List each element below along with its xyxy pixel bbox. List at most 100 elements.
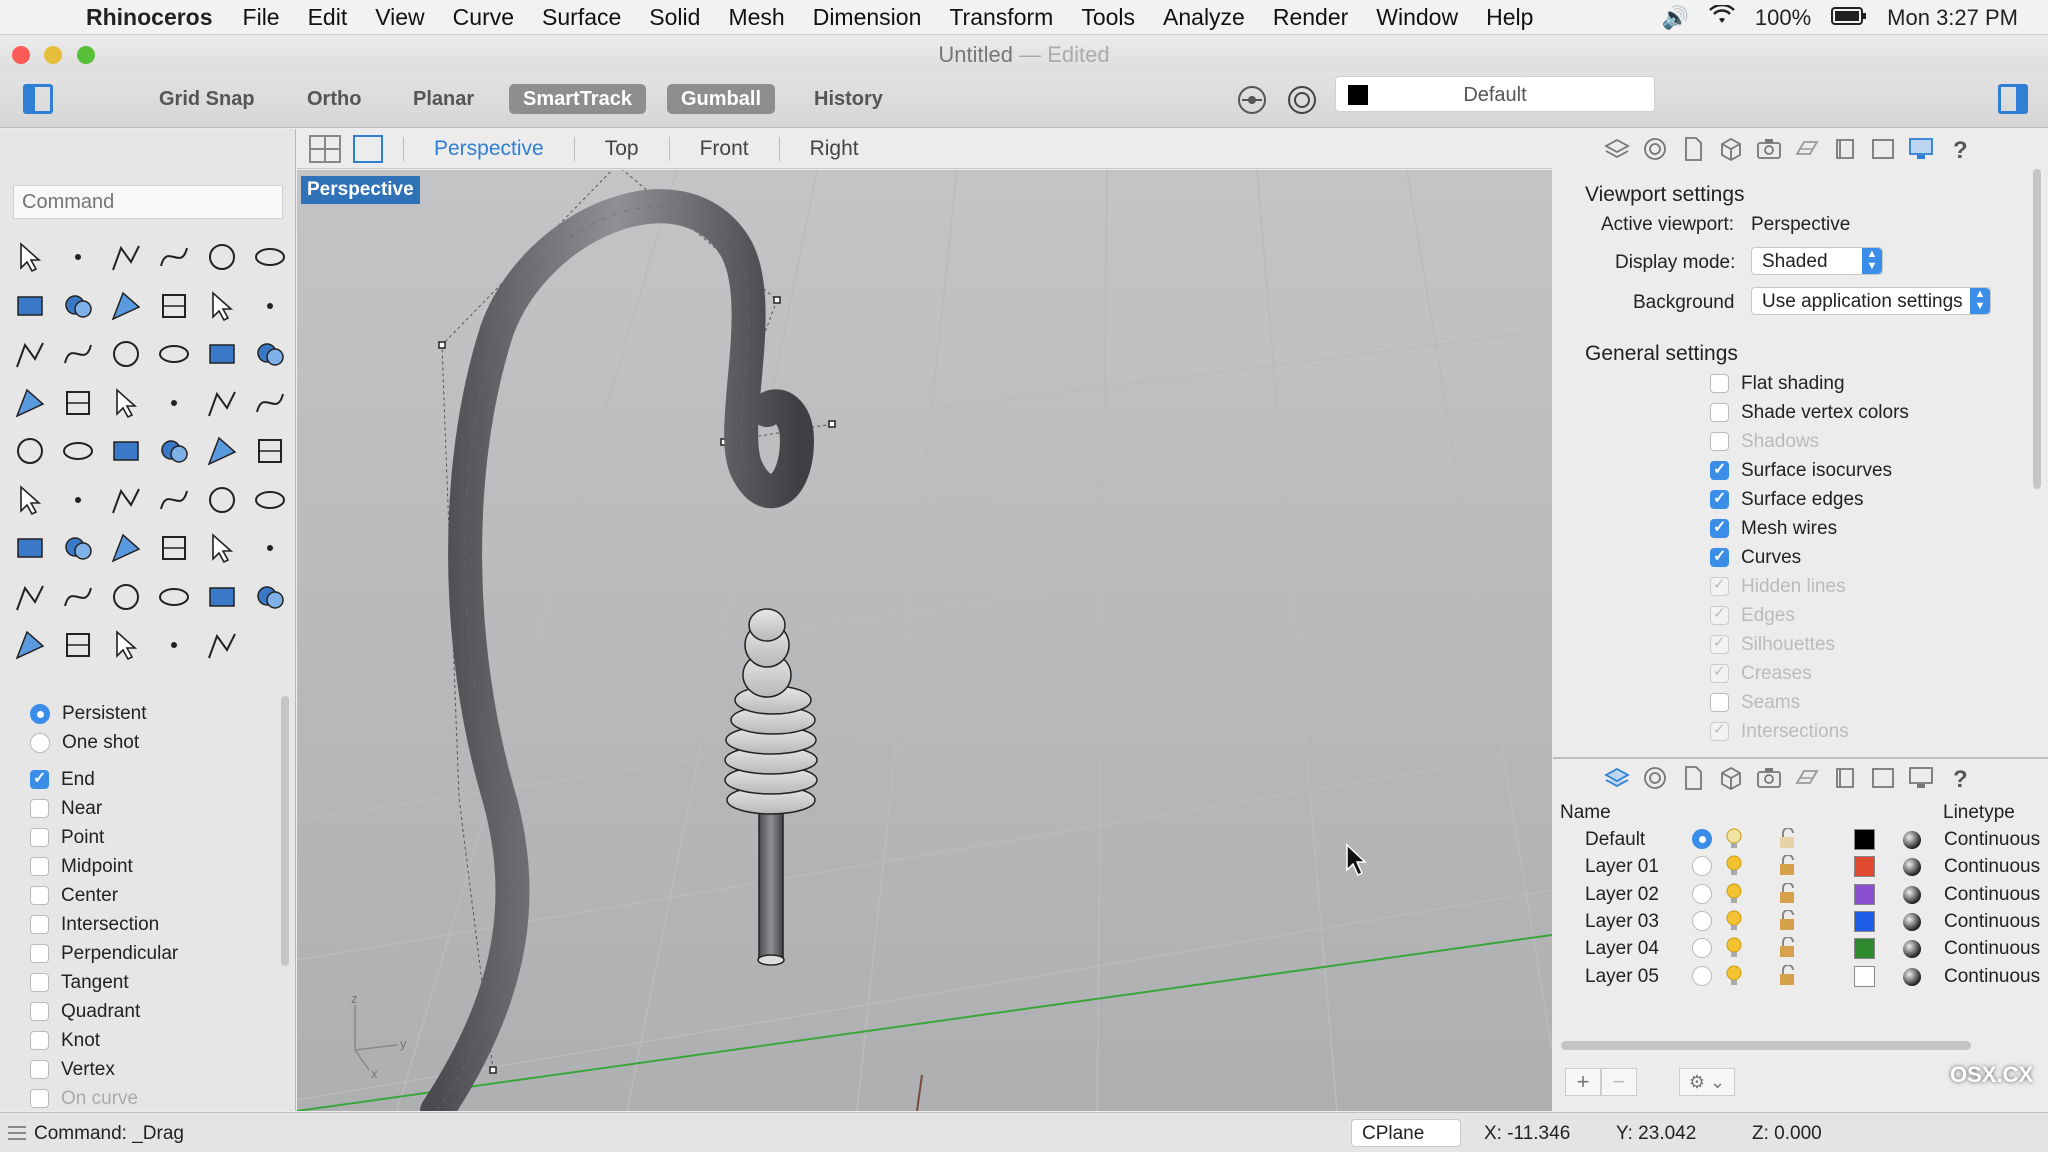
menu-surface[interactable]: Surface (542, 4, 621, 31)
material-sphere-icon[interactable] (1903, 912, 1921, 931)
layer-name[interactable]: Layer 04 (1585, 938, 1659, 960)
remove-layer-button[interactable]: − (1601, 1068, 1637, 1096)
planar-button[interactable]: Planar (399, 84, 488, 114)
current-layer-radio[interactable] (1692, 910, 1712, 931)
setting-edges-checkbox[interactable] (1710, 604, 1729, 625)
ellipse-icon[interactable] (246, 233, 294, 282)
menu-tools[interactable]: Tools (1081, 4, 1135, 31)
menu-transform[interactable]: Transform (949, 4, 1053, 31)
gumball-axes-icon[interactable] (198, 621, 246, 670)
add-layer-button[interactable]: + (1565, 1068, 1601, 1096)
offset-icon[interactable] (198, 379, 246, 428)
menu-render[interactable]: Render (1273, 4, 1348, 31)
setting-shadows[interactable]: Shadows (1710, 427, 2030, 456)
setting-hidden-lines[interactable]: Hidden lines (1710, 572, 2030, 601)
single-view-layout-icon[interactable] (353, 134, 383, 163)
cylinder-icon[interactable] (102, 330, 150, 379)
layer-color-swatch[interactable] (1854, 856, 1875, 878)
setting-hidden-lines-checkbox[interactable] (1710, 575, 1729, 596)
layer-color-swatch[interactable] (1854, 965, 1875, 987)
display-panel-icon[interactable] (1641, 135, 1669, 163)
osnap-point-checkbox[interactable] (30, 828, 49, 847)
four-view-layout-icon[interactable] (309, 134, 341, 163)
join-icon[interactable] (150, 379, 198, 428)
setting-mesh-wires-checkbox[interactable] (1710, 517, 1729, 538)
osnap-end-checkbox[interactable] (30, 768, 49, 789)
sphere-cylinder-icon[interactable] (54, 330, 102, 379)
tab-right[interactable]: Right (778, 136, 889, 161)
setting-curves-checkbox[interactable] (1710, 546, 1729, 567)
menu-help[interactable]: Help (1486, 4, 1533, 31)
right-sidebar-toggle-icon[interactable] (1998, 84, 2028, 114)
sweep-icon[interactable] (246, 282, 294, 331)
osnap-quadrant[interactable]: Quadrant (30, 997, 280, 1026)
osnap-quadrant-checkbox[interactable] (30, 1002, 49, 1021)
material-sphere-icon[interactable] (1903, 940, 1921, 959)
osnap-intersection[interactable]: Intersection (30, 910, 280, 939)
material-sphere-icon[interactable] (1903, 967, 1921, 986)
setting-surface-isocurves[interactable]: Surface isocurves (1710, 456, 2030, 485)
osnap-near[interactable]: Near (30, 794, 280, 823)
viewport-title-label[interactable]: Perspective (301, 176, 420, 204)
setting-seams-checkbox[interactable] (1710, 693, 1729, 712)
mirror-icon[interactable] (150, 621, 198, 670)
setting-flat-shading[interactable]: Flat shading (1710, 369, 2030, 398)
osnap-tangent-checkbox[interactable] (30, 973, 49, 992)
menu-dimension[interactable]: Dimension (813, 4, 922, 31)
split-icon[interactable] (54, 379, 102, 428)
align-icon[interactable] (54, 476, 102, 525)
settings-scrollbar[interactable] (2033, 169, 2041, 489)
grid-array-icon[interactable] (6, 476, 54, 525)
lock-icon[interactable] (1778, 963, 1798, 993)
persistent-radio[interactable] (30, 703, 50, 724)
osnap-scrollbar[interactable] (281, 696, 289, 966)
check-icon[interactable] (150, 476, 198, 525)
osnap-filter-icon[interactable] (1236, 84, 1268, 116)
curve-icon[interactable] (150, 233, 198, 282)
layer-row[interactable]: Layer 01 Continuous (1553, 853, 2048, 880)
osnap-midpoint[interactable]: Midpoint (30, 852, 280, 881)
blend-icon[interactable] (246, 379, 294, 428)
ruler-icon[interactable] (246, 427, 294, 476)
layer-color-swatch[interactable] (1854, 910, 1875, 932)
osnap-midpoint-checkbox[interactable] (30, 857, 49, 876)
setting-intersections[interactable]: Intersections (1710, 717, 2030, 746)
menu-view[interactable]: View (375, 4, 424, 31)
text-icon[interactable] (6, 427, 54, 476)
layers-horizontal-scrollbar[interactable] (1561, 1041, 1971, 1050)
layer-row[interactable]: Default Continuous (1553, 826, 2048, 853)
menu-analyze[interactable]: Analyze (1163, 4, 1245, 31)
lightbulb-visibility-icon[interactable] (1723, 964, 1745, 994)
osnap-near-checkbox[interactable] (30, 799, 49, 818)
ortho-button[interactable]: Ortho (293, 84, 375, 114)
current-layer-radio[interactable] (1692, 938, 1712, 959)
setting-silhouettes-checkbox[interactable] (1710, 633, 1729, 654)
lock-icon[interactable] (1778, 854, 1798, 883)
menu-mesh[interactable]: Mesh (728, 4, 784, 31)
smarttrack-button[interactable]: SmartTrack (509, 84, 646, 114)
surface-edge-icon[interactable] (198, 282, 246, 331)
dimension-icon[interactable] (150, 427, 198, 476)
car-icon[interactable] (246, 524, 294, 573)
setting-surface-edges-checkbox[interactable] (1710, 488, 1729, 509)
fillet-icon[interactable] (102, 379, 150, 428)
current-layer-dropdown[interactable]: Default (1335, 76, 1655, 112)
fillet-curve-icon[interactable] (150, 282, 198, 331)
zoom-window-icon[interactable] (54, 524, 102, 573)
menu-curve[interactable]: Curve (453, 4, 514, 31)
lock-icon[interactable] (150, 573, 198, 622)
setting-shadows-checkbox[interactable] (1710, 432, 1729, 451)
globe-icon[interactable] (54, 621, 102, 670)
layer-name[interactable]: Default (1585, 829, 1645, 851)
osnap-vertex[interactable]: Vertex (30, 1055, 280, 1084)
layer-name[interactable]: Layer 03 (1585, 911, 1659, 933)
osnap-tangent[interactable]: Tangent (30, 968, 280, 997)
grid-icon[interactable] (6, 573, 54, 622)
curvature-icon[interactable] (246, 476, 294, 525)
zoom-icon[interactable] (6, 524, 54, 573)
setting-mesh-wires[interactable]: Mesh wires (1710, 514, 2030, 543)
layer-name[interactable]: Layer 02 (1585, 884, 1659, 906)
osnap-intersection-checkbox[interactable] (30, 915, 49, 934)
polyline-icon[interactable] (102, 233, 150, 282)
command-history-icon[interactable] (8, 1126, 26, 1140)
